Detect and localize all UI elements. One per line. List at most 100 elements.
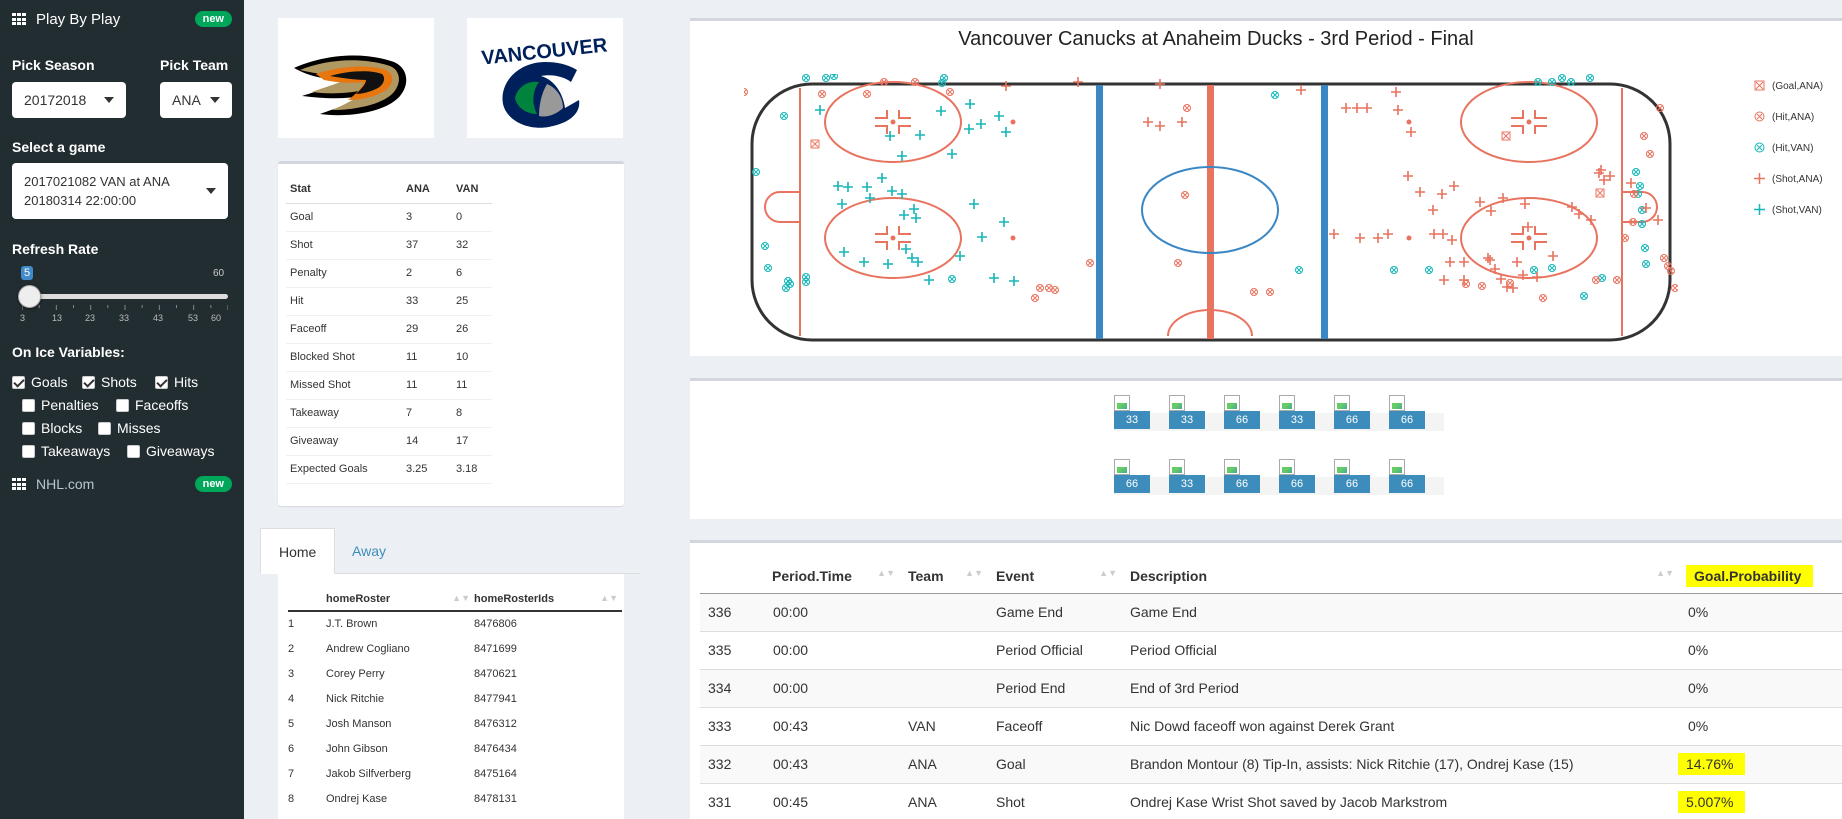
legend-item[interactable]: (Hit,ANA) <box>1754 111 1814 123</box>
checkbox-label: Faceoffs <box>135 397 189 413</box>
faceoff-dot <box>1526 235 1532 241</box>
tab-home[interactable]: Home <box>260 528 336 574</box>
checkbox-box[interactable] <box>12 375 25 389</box>
events-header-label: Event <box>996 568 1035 585</box>
table-row[interactable]: 7 Jakob Silfverberg 8475164 <box>288 761 622 786</box>
broken-image-icon <box>1224 395 1240 411</box>
tick-label: 53 <box>188 313 199 323</box>
checkbox-box[interactable] <box>155 375 168 389</box>
broken-image-icon <box>1389 459 1405 475</box>
stats-header: Stat <box>286 175 402 204</box>
player-image[interactable]: 66 <box>1389 395 1425 429</box>
player-image[interactable]: 66 <box>1224 395 1260 429</box>
checkbox-faceoffs[interactable]: Faceoffs <box>116 397 188 413</box>
player-image[interactable]: 66 <box>1224 459 1260 493</box>
season-select[interactable]: 20172018 <box>12 82 126 118</box>
stats-cell: 26 <box>452 315 492 344</box>
stats-cell: 14 <box>402 427 452 456</box>
table-row[interactable]: 2 Andrew Cogliano 8471699 <box>288 636 622 661</box>
events-header-goal-probability[interactable]: Goal.Probability <box>1678 560 1842 594</box>
sort-icon: ▲▼ <box>877 568 895 579</box>
player-image[interactable]: 33 <box>1279 395 1315 429</box>
checkbox-box[interactable] <box>22 444 35 458</box>
legend-label: (Shot,VAN) <box>1772 204 1822 216</box>
legend-item[interactable]: (Shot,VAN) <box>1754 204 1822 216</box>
checkbox-hits[interactable]: Hits <box>155 374 198 390</box>
checkbox-takeaways[interactable]: Takeaways <box>22 443 110 459</box>
player-image[interactable]: 66 <box>1389 459 1425 493</box>
table-row[interactable]: 3 Corey Perry 8470621 <box>288 661 622 686</box>
checkbox-box[interactable] <box>116 398 129 412</box>
team-label: Pick Team <box>160 57 229 73</box>
player-image[interactable]: 66 <box>1114 459 1150 493</box>
checkbox-goals[interactable]: Goals <box>12 374 68 390</box>
events-header-description[interactable]: Description ▲▼ <box>1121 560 1678 594</box>
checkbox-box[interactable] <box>82 375 95 389</box>
table-row[interactable]: 331 00:45 ANA Shot Ondrej Kase Wrist Shot sa… <box>700 783 1842 819</box>
roster-cell: Andrew Cogliano <box>326 642 410 655</box>
legend-item[interactable]: (Shot,ANA) <box>1754 173 1823 185</box>
player-image[interactable]: 33 <box>1169 459 1205 493</box>
game-select[interactable]: 2017021082 VAN at ANA 20180314 22:00:00 <box>12 163 228 219</box>
player-number: 33 <box>1114 411 1150 429</box>
refresh-label: Refresh Rate <box>12 241 99 257</box>
menu-play-by-play[interactable]: Play By Play new <box>0 0 244 38</box>
legend-item[interactable]: (Goal,ANA) <box>1754 80 1823 92</box>
table-row[interactable]: 5 Josh Manson 8476312 <box>288 711 622 736</box>
menu-nhl[interactable]: NHL.com new <box>0 465 244 503</box>
roster-tabs: Home Away <box>260 528 640 574</box>
checkbox-shots[interactable]: Shots <box>82 374 137 390</box>
checkbox-box[interactable] <box>22 421 35 435</box>
roster-cell: 5 <box>288 717 295 730</box>
refresh-slider-track[interactable] <box>22 294 228 299</box>
checkbox-blocks[interactable]: Blocks <box>22 420 82 436</box>
checkbox-box[interactable] <box>98 421 111 435</box>
checkbox-penalties[interactable]: Penalties <box>22 397 99 413</box>
checkbox-box[interactable] <box>127 444 140 458</box>
player-number: 66 <box>1224 411 1260 429</box>
events-header-label: Period.Time <box>772 568 852 585</box>
team-select[interactable]: ANA <box>160 82 232 118</box>
player-image[interactable]: 33 <box>1169 395 1205 429</box>
event-cell: 0% <box>1678 669 1842 708</box>
table-row[interactable]: 336 00:00 Game End Game End 0% <box>700 593 1842 632</box>
table-row[interactable]: 332 00:43 ANA Goal Brandon Montour (8) Tip-I… <box>700 745 1842 784</box>
event-cell: 14.76% <box>1678 745 1842 784</box>
stats-cell: Giveaway <box>286 427 402 456</box>
table-row[interactable]: 4 Nick Ritchie 8477941 <box>288 686 622 711</box>
roster-header-ids[interactable]: homeRosterIds ▲▼ <box>474 587 622 612</box>
table-row[interactable]: 6 John Gibson 8476434 <box>288 736 622 761</box>
table-row[interactable]: 8 Ondrej Kase 8478131 <box>288 786 622 811</box>
table-row[interactable]: 334 00:00 Period End End of 3rd Period 0% <box>700 669 1842 708</box>
table-row[interactable]: 333 00:43 VAN Faceoff Nic Dowd faceoff won a… <box>700 707 1842 746</box>
table-row[interactable]: 335 00:00 Period Official Period Official 0% <box>700 631 1842 670</box>
tick-label: 60 <box>211 313 222 323</box>
events-header <box>700 560 764 594</box>
events-header-time[interactable]: Period.Time ▲▼ <box>764 560 899 594</box>
stats-cell: 3.18 <box>452 455 492 484</box>
roster-header-name[interactable]: homeRoster ▲▼ <box>326 587 474 612</box>
player-image[interactable]: 33 <box>1114 395 1150 429</box>
player-image[interactable]: 66 <box>1334 395 1370 429</box>
event-cell <box>899 669 987 708</box>
events-header-event[interactable]: Event ▲▼ <box>987 560 1121 594</box>
season-label: Pick Season <box>12 57 95 73</box>
stats-cell: 2 <box>402 259 452 288</box>
rink-title: Vancouver Canucks at Anaheim Ducks - 3rd… <box>958 28 1474 50</box>
legend-item[interactable]: (Hit,VAN) <box>1754 142 1813 154</box>
player-image[interactable]: 66 <box>1334 459 1370 493</box>
checkbox-misses[interactable]: Misses <box>98 420 161 436</box>
stats-cell: 17 <box>452 427 492 456</box>
faceoff-dot <box>1406 235 1412 241</box>
player-image[interactable]: 66 <box>1279 459 1315 493</box>
event-cell: Brandon Montour (8) Tip-In, assists: Nic… <box>1121 745 1678 784</box>
checkbox-label: Hits <box>174 374 199 390</box>
roster-table: homeRoster ▲▼ homeRosterIds ▲▼ 1 J.T. Brown… <box>288 587 622 811</box>
tab-away[interactable]: Away <box>334 528 404 574</box>
hit-van-marker <box>1558 74 1566 82</box>
checkbox-box[interactable] <box>22 398 35 412</box>
events-header-team[interactable]: Team ▲▼ <box>899 560 987 594</box>
broken-image-icon <box>1334 459 1350 475</box>
checkbox-giveaways[interactable]: Giveaways <box>127 443 214 459</box>
table-row[interactable]: 1 J.T. Brown 8476806 <box>288 611 622 636</box>
